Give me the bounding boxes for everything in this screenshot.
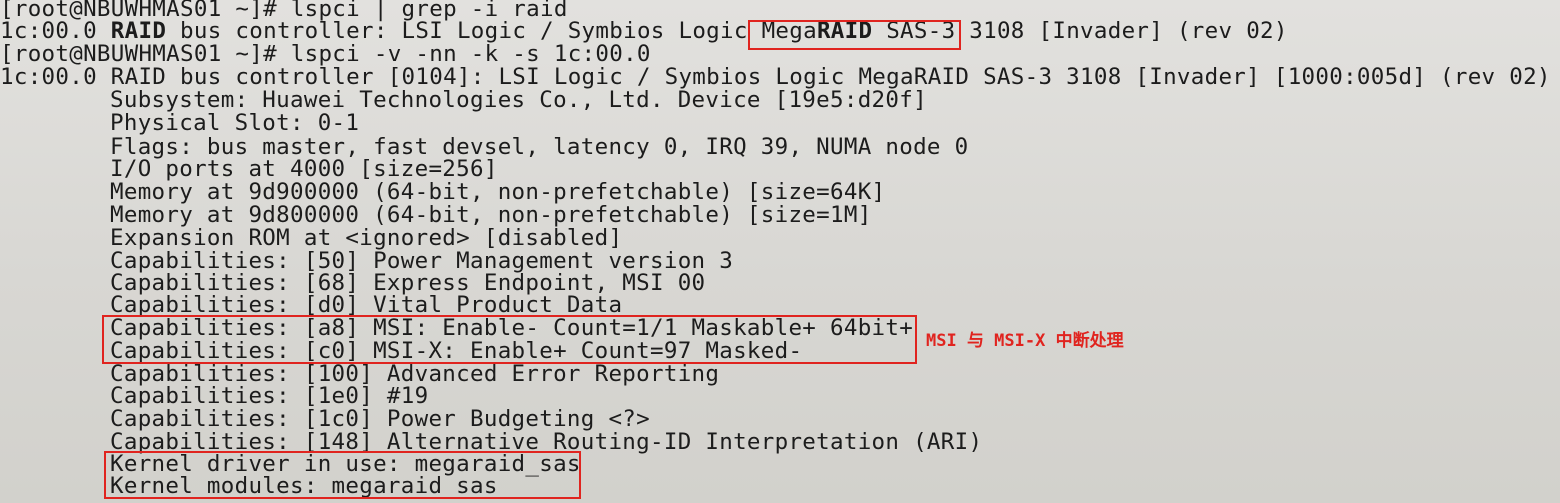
detail-cap-power-budget: Capabilities: [1c0] Power Budgeting <?>	[110, 406, 650, 432]
detail-expansion-rom: Expansion ROM at <ignored> [disabled]	[110, 225, 623, 251]
detail-cap-19: Capabilities: [1e0] #19	[110, 383, 429, 409]
device-header-line: 1c:00.0 RAID bus controller [0104]: LSI …	[0, 64, 1551, 90]
controller-model: 3108 [Invader] (rev 02)	[955, 18, 1288, 44]
detail-memory-1: Memory at 9d900000 (64-bit, non-prefetch…	[110, 179, 886, 205]
msi-annotation-label: MSI 与 MSI-X 中断处理	[926, 331, 1124, 351]
detail-memory-2: Memory at 9d800000 (64-bit, non-prefetch…	[110, 202, 872, 228]
msi-highlight-box	[102, 315, 917, 364]
command-prompt-line-2: [root@NBUWHMAS01 ~]# lspci -v -nn -k -s …	[0, 41, 651, 67]
detail-physical-slot: Physical Slot: 0-1	[110, 110, 360, 136]
detail-io-ports: I/O ports at 4000 [size=256]	[110, 156, 498, 182]
terminal-window[interactable]: [root@NBUWHMAS01 ~]# lspci | grep -i rai…	[0, 0, 1560, 503]
kernel-driver-highlight-box	[104, 451, 581, 499]
detail-cap-vpd: Capabilities: [d0] Vital Product Data	[110, 292, 623, 318]
detail-subsystem: Subsystem: Huawei Technologies Co., Ltd.…	[110, 87, 927, 113]
megaraid-highlight-box	[748, 20, 961, 50]
grep-output-line: 1c:00.0 RAID bus controller: LSI Logic /…	[0, 20, 1288, 43]
